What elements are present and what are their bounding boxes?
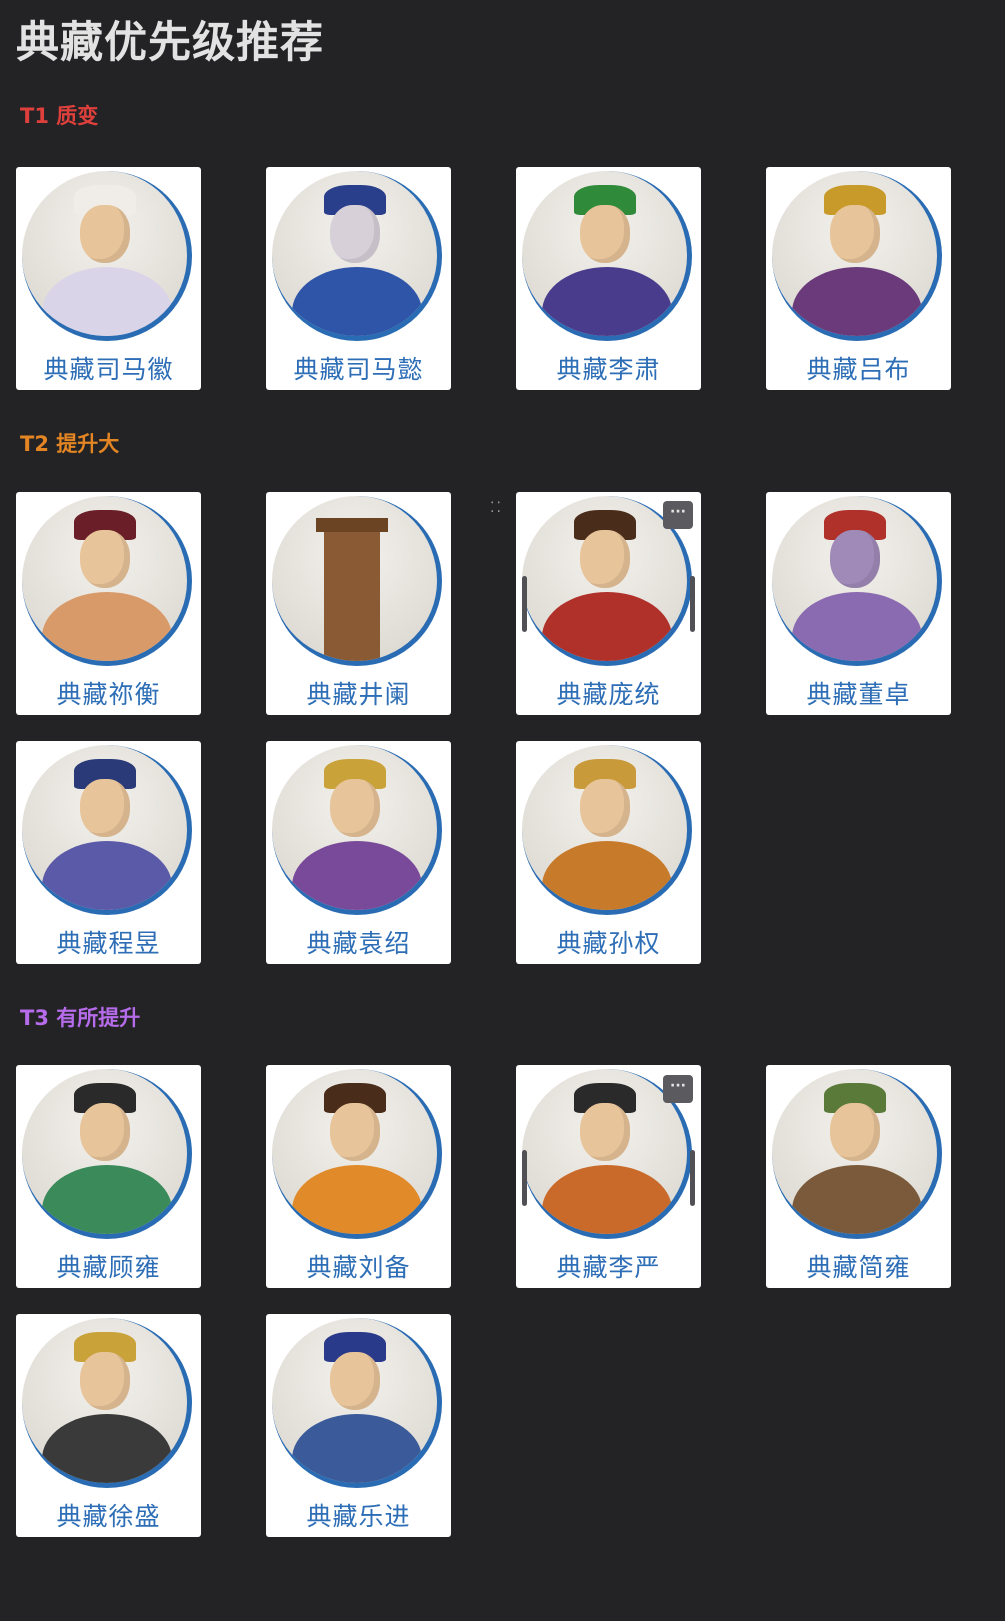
hero-portrait-image (772, 171, 942, 341)
hero-card[interactable]: 典藏徐盛 (16, 1314, 201, 1537)
hero-portrait-image (272, 496, 442, 666)
page-title: 典藏优先级推荐 (16, 18, 324, 68)
hero-card-label: 典藏井阑 (306, 680, 411, 709)
hero-card-label: 典藏祢衡 (56, 680, 161, 709)
hero-portrait-image (772, 1069, 942, 1239)
hero-card-label: 典藏简雍 (806, 1253, 911, 1282)
hero-portrait-image (772, 496, 942, 666)
hero-portrait-image (272, 1318, 442, 1488)
hero-card-label: 典藏程昱 (56, 929, 161, 958)
hero-card-label: 典藏顾雍 (56, 1253, 161, 1282)
hero-card-label: 典藏吕布 (806, 355, 911, 384)
hero-portrait-image (22, 1318, 192, 1488)
hero-portrait-image (22, 1069, 192, 1239)
resize-handle-right[interactable] (690, 1150, 695, 1206)
hero-card-label: 典藏乐进 (306, 1502, 411, 1531)
hero-card-label: 典藏董卓 (806, 680, 911, 709)
hero-portrait-image (522, 171, 692, 341)
tier-heading-t3: T3 有所提升 (20, 1006, 141, 1030)
hero-portrait-image (22, 171, 192, 341)
hero-portrait-image (272, 1069, 442, 1239)
hero-card[interactable]: 典藏李肃 (516, 167, 701, 390)
hero-card-label: 典藏袁绍 (306, 929, 411, 958)
hero-card-label: 典藏李严 (556, 1253, 661, 1282)
hero-card-label: 典藏刘备 (306, 1253, 411, 1282)
hero-portrait-image (272, 745, 442, 915)
hero-card[interactable]: 典藏司马懿 (266, 167, 451, 390)
hero-card[interactable]: 典藏吕布 (766, 167, 951, 390)
hero-card[interactable]: 典藏井阑 (266, 492, 451, 715)
hero-portrait-image (272, 171, 442, 341)
resize-handle-left[interactable] (522, 576, 527, 632)
hero-card[interactable]: 典藏董卓 (766, 492, 951, 715)
hero-portrait-image (22, 496, 192, 666)
hero-card[interactable]: 典藏袁绍 (266, 741, 451, 964)
hero-card[interactable]: 典藏孙权 (516, 741, 701, 964)
hero-card-label: 典藏徐盛 (56, 1502, 161, 1531)
hero-card[interactable]: 典藏祢衡 (16, 492, 201, 715)
tier-heading-t2: T2 提升大 (20, 432, 120, 456)
ellipsis-icon[interactable]: ··· (663, 501, 693, 529)
hero-card[interactable]: 典藏程昱 (16, 741, 201, 964)
hero-card[interactable]: 典藏刘备 (266, 1065, 451, 1288)
hero-card-label: 典藏司马徽 (43, 355, 174, 384)
hero-card[interactable]: 典藏顾雍 (16, 1065, 201, 1288)
hero-card-label: 典藏李肃 (556, 355, 661, 384)
resize-handle-right[interactable] (690, 576, 695, 632)
tier-heading-t1: T1 质变 (20, 104, 99, 128)
hero-card[interactable]: 典藏乐进 (266, 1314, 451, 1537)
hero-card-label: 典藏庞统 (556, 680, 661, 709)
hero-portrait-image (522, 745, 692, 915)
drag-handle-icon[interactable]: ⁚⁚ (490, 501, 504, 520)
ellipsis-icon[interactable]: ··· (663, 1075, 693, 1103)
hero-card[interactable]: 典藏简雍 (766, 1065, 951, 1288)
hero-card-label: 典藏孙权 (556, 929, 661, 958)
hero-portrait-image (22, 745, 192, 915)
hero-card[interactable]: 典藏司马徽 (16, 167, 201, 390)
hero-card-label: 典藏司马懿 (293, 355, 424, 384)
resize-handle-left[interactable] (522, 1150, 527, 1206)
